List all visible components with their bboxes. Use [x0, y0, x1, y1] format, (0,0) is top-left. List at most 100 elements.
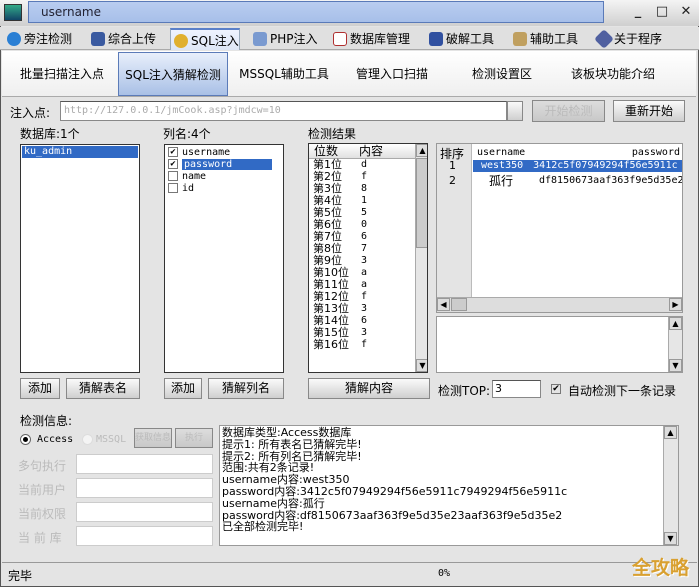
bit-value: 1 [361, 195, 368, 206]
tab-about[interactable]: 关于程序 [594, 28, 662, 50]
bit-value: a [361, 267, 368, 278]
grid-row[interactable]: 2 孤行 df8150673aaf363f9e5d35e2 [437, 175, 682, 188]
scroll-thumb[interactable] [451, 298, 467, 311]
checkbox-checked[interactable]: ✔ [168, 159, 178, 169]
restart-button[interactable]: 重新开始 [613, 100, 685, 122]
url-dropdown-button[interactable] [507, 101, 523, 121]
guess-tables-button[interactable]: 猜解表名 [66, 378, 140, 399]
column-item[interactable]: id [165, 183, 283, 195]
column-name: password [182, 159, 273, 170]
subtab-admin-scan[interactable]: 管理入口扫描 [342, 52, 442, 96]
tab-aux-tools[interactable]: 辅助工具 [510, 28, 578, 50]
bit-value: 3 [361, 303, 368, 314]
column-item[interactable]: ✔ password [165, 159, 283, 171]
current-db-input[interactable] [76, 526, 213, 546]
add-column-button[interactable]: 添加 [164, 378, 202, 399]
current-user-input[interactable] [76, 478, 213, 498]
vertical-scrollbar[interactable]: ▲ ▼ [415, 144, 427, 372]
scroll-thumb[interactable] [416, 158, 427, 248]
sub-tabs: 批量扫描注入点 SQL注入猜解检测 MSSQL辅助工具 管理入口扫描 检测设置区… [2, 51, 696, 97]
subtab-batch-scan[interactable]: 批量扫描注入点 [10, 52, 114, 96]
scroll-up-arrow[interactable]: ▲ [669, 317, 682, 330]
inject-url-input[interactable]: http://127.0.0.1/jmCook.asp?jmdcw=10 [60, 101, 507, 121]
database-doc-icon [333, 32, 347, 46]
detail-textarea[interactable]: ▲ ▼ [436, 316, 683, 373]
top-label: 检测TOP: [438, 384, 491, 398]
column-item[interactable]: name [165, 171, 283, 183]
records-grid[interactable]: 排序 username password 1 west350 3412c5f079… [436, 143, 683, 313]
tab-sql-inject[interactable]: SQL注入 [170, 28, 240, 50]
column-item[interactable]: ✔ username [165, 147, 283, 159]
info-gem-icon [594, 29, 614, 49]
current-privilege-input[interactable] [76, 502, 213, 522]
grid-row[interactable]: 1 west350 3412c5f07949294f56e5911c [437, 159, 682, 172]
title-bar: username _ □ ✕ [0, 0, 699, 26]
scroll-down-arrow[interactable]: ▼ [664, 532, 677, 545]
maximize-button[interactable]: □ [655, 5, 669, 19]
get-info-button[interactable]: 获取信息 [134, 428, 172, 448]
main-tabs: 旁注检测 综合上传 SQL注入 PHP注入 数据库管理 破解工具 辅助工具 关于… [0, 27, 699, 50]
scroll-down-arrow[interactable]: ▼ [416, 359, 427, 372]
start-detect-button[interactable]: 开始检测 [532, 100, 605, 122]
subtab-sql-guess[interactable]: SQL注入猜解检测 [118, 52, 228, 96]
minimize-button[interactable]: _ [631, 5, 645, 19]
column-list[interactable]: ✔ username ✔ password name id [164, 144, 284, 373]
scroll-down-arrow[interactable]: ▼ [669, 359, 682, 372]
cell-order: 1 [449, 159, 456, 172]
results-label: 检测结果 [308, 127, 357, 141]
add-table-button[interactable]: 添加 [20, 378, 60, 399]
log-line: 提示1: 所有表名已猜解完毕! [222, 437, 362, 451]
info-label: 检测信息: [20, 414, 73, 428]
checkbox-unchecked[interactable] [168, 171, 178, 181]
scroll-up-arrow[interactable]: ▲ [664, 426, 677, 439]
tab-side-inject[interactable]: 旁注检测 [4, 28, 72, 50]
subtab-mssql[interactable]: MSSQL辅助工具 [234, 52, 334, 96]
bit-row[interactable]: 第16位 f [309, 339, 427, 351]
vertical-scrollbar[interactable]: ▲ ▼ [663, 426, 678, 545]
guess-content-button[interactable]: 猜解内容 [308, 378, 430, 399]
columns-label: 列名:4个 [163, 127, 211, 141]
bit-results-list[interactable]: 位数 内容 第1位 d 第2位 f 第3位 8 第4位 1 第5位 5 第6位 0 第7位 6 第8位 7 第9… [308, 143, 428, 373]
current-privilege-label: 当前权限 [18, 507, 67, 521]
scroll-up-arrow[interactable]: ▲ [416, 144, 427, 157]
radio-access-label: Access [37, 434, 74, 445]
bit-value: 0 [361, 219, 368, 230]
checkbox-unchecked[interactable] [168, 183, 178, 193]
subtab-settings[interactable]: 检测设置区 [452, 52, 552, 96]
top-input[interactable]: 3 [492, 380, 541, 398]
horizontal-scrollbar[interactable]: ◀ ▶ [437, 297, 682, 312]
table-list[interactable]: ku_admin [20, 144, 140, 373]
header-password: password [631, 147, 680, 158]
tab-upload[interactable]: 综合上传 [88, 28, 156, 50]
auto-detect-checkbox[interactable]: ✔ [551, 384, 561, 394]
tab-label: 破解工具 [446, 32, 495, 46]
radio-access[interactable] [20, 434, 31, 445]
execute-button[interactable]: 执行 [175, 428, 213, 448]
current-db-label: 当 前 库 [18, 531, 62, 545]
multi-exec-input[interactable] [76, 454, 213, 474]
radio-mssql-label: MSSQL [96, 434, 127, 445]
header-content: 内容 [359, 144, 384, 158]
cell-password: 3412c5f07949294f56e5911c [533, 160, 678, 171]
auto-detect-label: 自动检测下一条记录 [568, 384, 677, 398]
log-line: password内容:3412c5f07949294f56e5911c79492… [222, 484, 568, 498]
tab-db-manage[interactable]: 数据库管理 [330, 28, 410, 50]
scroll-right-arrow[interactable]: ▶ [669, 298, 682, 311]
scroll-left-arrow[interactable]: ◀ [437, 298, 450, 311]
subtab-intro[interactable]: 该板块功能介绍 [558, 52, 668, 96]
log-textarea[interactable]: 数据库类型:Access数据库 提示1: 所有表名已猜解完毕! 提示2: 所有列名已… [219, 425, 679, 546]
document-icon [253, 32, 267, 46]
log-line: 已全部检测完毕! [222, 520, 304, 534]
checkbox-checked[interactable]: ✔ [168, 147, 178, 157]
tab-crack-tools[interactable]: 破解工具 [426, 28, 494, 50]
guess-columns-button[interactable]: 猜解列名 [208, 378, 284, 399]
vertical-scrollbar[interactable]: ▲ ▼ [668, 317, 682, 372]
bit-value: f [361, 171, 368, 182]
table-item[interactable]: ku_admin [22, 146, 138, 158]
tab-label: 综合上传 [108, 32, 157, 46]
close-button[interactable]: ✕ [679, 5, 693, 19]
radio-mssql[interactable] [82, 434, 93, 445]
tab-php-inject[interactable]: PHP注入 [250, 28, 318, 50]
tab-label: 旁注检测 [24, 32, 73, 46]
window-title: username [28, 1, 604, 23]
